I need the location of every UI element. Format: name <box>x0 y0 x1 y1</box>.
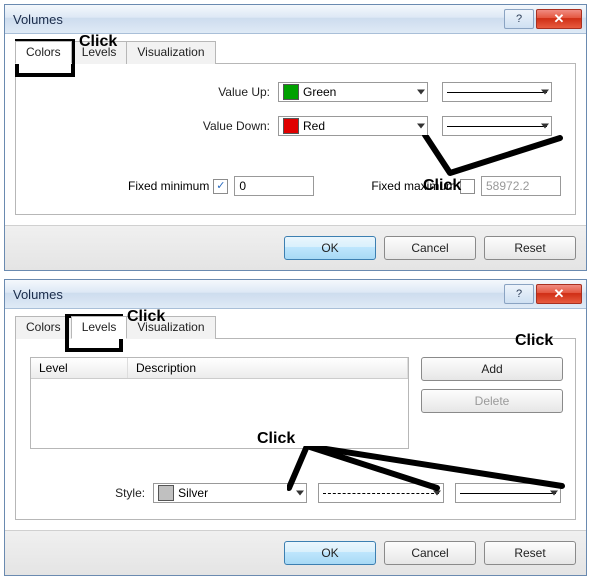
chevron-down-icon <box>550 491 558 496</box>
fixed-min-input[interactable]: 0 <box>234 176 314 196</box>
style-label: Style: <box>30 486 153 500</box>
input-value: 58972.2 <box>486 179 529 193</box>
button-label: Cancel <box>411 546 448 560</box>
style-color-combo[interactable]: Silver <box>153 483 307 503</box>
chevron-down-icon <box>541 90 549 95</box>
volumes-levels-dialog: Volumes ? ✕ Colors Levels Visualization … <box>4 279 587 576</box>
titlebar[interactable]: Volumes ? ✕ <box>5 280 586 309</box>
tab-levels[interactable]: Levels <box>71 41 128 64</box>
close-button[interactable]: ✕ <box>536 284 582 304</box>
reset-button[interactable]: Reset <box>484 236 576 260</box>
tab-colors[interactable]: Colors <box>15 316 72 339</box>
value-up-line-combo[interactable] <box>442 82 552 102</box>
combo-text: Silver <box>178 486 208 500</box>
color-swatch-red <box>283 118 299 134</box>
chevron-down-icon <box>541 124 549 129</box>
side-buttons: Add Delete <box>421 357 561 449</box>
table-header: Level Description <box>31 358 408 379</box>
fixed-max-input[interactable]: 58972.2 <box>481 176 561 196</box>
value-down-color-combo[interactable]: Red <box>278 116 428 136</box>
tab-label: Visualization <box>137 320 204 334</box>
tab-label: Levels <box>82 45 117 59</box>
chevron-down-icon <box>296 491 304 496</box>
dialog-content: Colors Levels Visualization Value Up: Gr… <box>5 34 586 225</box>
tab-levels[interactable]: Levels <box>71 316 128 339</box>
tab-colors[interactable]: Colors <box>15 41 72 64</box>
button-bar: OK Cancel Reset <box>5 530 586 575</box>
fixed-max-checkbox[interactable] <box>460 179 475 194</box>
value-down-line-combo[interactable] <box>442 116 552 136</box>
button-label: Cancel <box>411 241 448 255</box>
combo-text: Green <box>303 85 336 99</box>
add-button[interactable]: Add <box>421 357 563 381</box>
tabstrip: Colors Levels Visualization <box>15 40 576 64</box>
tab-label: Levels <box>82 320 117 334</box>
dialog-content: Colors Levels Visualization Level Descri… <box>5 309 586 530</box>
color-swatch-silver <box>158 485 174 501</box>
tab-label: Colors <box>26 45 61 59</box>
button-label: OK <box>321 241 338 255</box>
reset-button[interactable]: Reset <box>484 541 576 565</box>
window-title: Volumes <box>13 287 504 302</box>
titlebar[interactable]: Volumes ? ✕ <box>5 5 586 34</box>
help-button[interactable]: ? <box>504 284 534 304</box>
col-description[interactable]: Description <box>128 358 408 378</box>
levels-panel: Level Description Add Delete Style: Silv… <box>15 339 576 520</box>
fixed-max-label: Fixed maximum <box>371 179 456 193</box>
ok-button[interactable]: OK <box>284 236 376 260</box>
chevron-down-icon <box>433 491 441 496</box>
cancel-button[interactable]: Cancel <box>384 236 476 260</box>
input-value: 0 <box>239 179 246 193</box>
close-button[interactable]: ✕ <box>536 9 582 29</box>
tab-label: Visualization <box>137 45 204 59</box>
value-up-label: Value Up: <box>30 85 278 99</box>
chevron-down-icon <box>417 124 425 129</box>
button-label: Delete <box>475 394 510 408</box>
tab-visualization[interactable]: Visualization <box>126 41 215 64</box>
ok-button[interactable]: OK <box>284 541 376 565</box>
fixed-min-checkbox[interactable] <box>213 179 228 194</box>
line-style-dash <box>323 493 438 494</box>
button-label: Reset <box>514 546 545 560</box>
col-level[interactable]: Level <box>31 358 128 378</box>
line-style-solid <box>447 92 547 93</box>
tab-visualization[interactable]: Visualization <box>126 316 215 339</box>
style-width-combo[interactable] <box>455 483 561 503</box>
value-up-color-combo[interactable]: Green <box>278 82 428 102</box>
value-down-label: Value Down: <box>30 119 278 133</box>
levels-table[interactable]: Level Description <box>30 357 409 449</box>
button-label: Reset <box>514 241 545 255</box>
tabstrip: Colors Levels Visualization <box>15 315 576 339</box>
line-style-solid <box>447 126 547 127</box>
button-label: Add <box>481 362 502 376</box>
volumes-colors-dialog: Volumes ? ✕ Colors Levels Visualization … <box>4 4 587 271</box>
button-bar: OK Cancel Reset <box>5 225 586 270</box>
chevron-down-icon <box>417 90 425 95</box>
combo-text: Red <box>303 119 325 133</box>
cancel-button[interactable]: Cancel <box>384 541 476 565</box>
tab-label: Colors <box>26 320 61 334</box>
help-button[interactable]: ? <box>504 9 534 29</box>
delete-button: Delete <box>421 389 563 413</box>
line-style-solid <box>460 493 556 494</box>
style-dash-combo[interactable] <box>318 483 443 503</box>
color-swatch-green <box>283 84 299 100</box>
button-label: OK <box>321 546 338 560</box>
fixed-min-label: Fixed minimum <box>128 179 209 193</box>
colors-panel: Value Up: Green Value Down: Red <box>15 64 576 215</box>
window-title: Volumes <box>13 12 504 27</box>
